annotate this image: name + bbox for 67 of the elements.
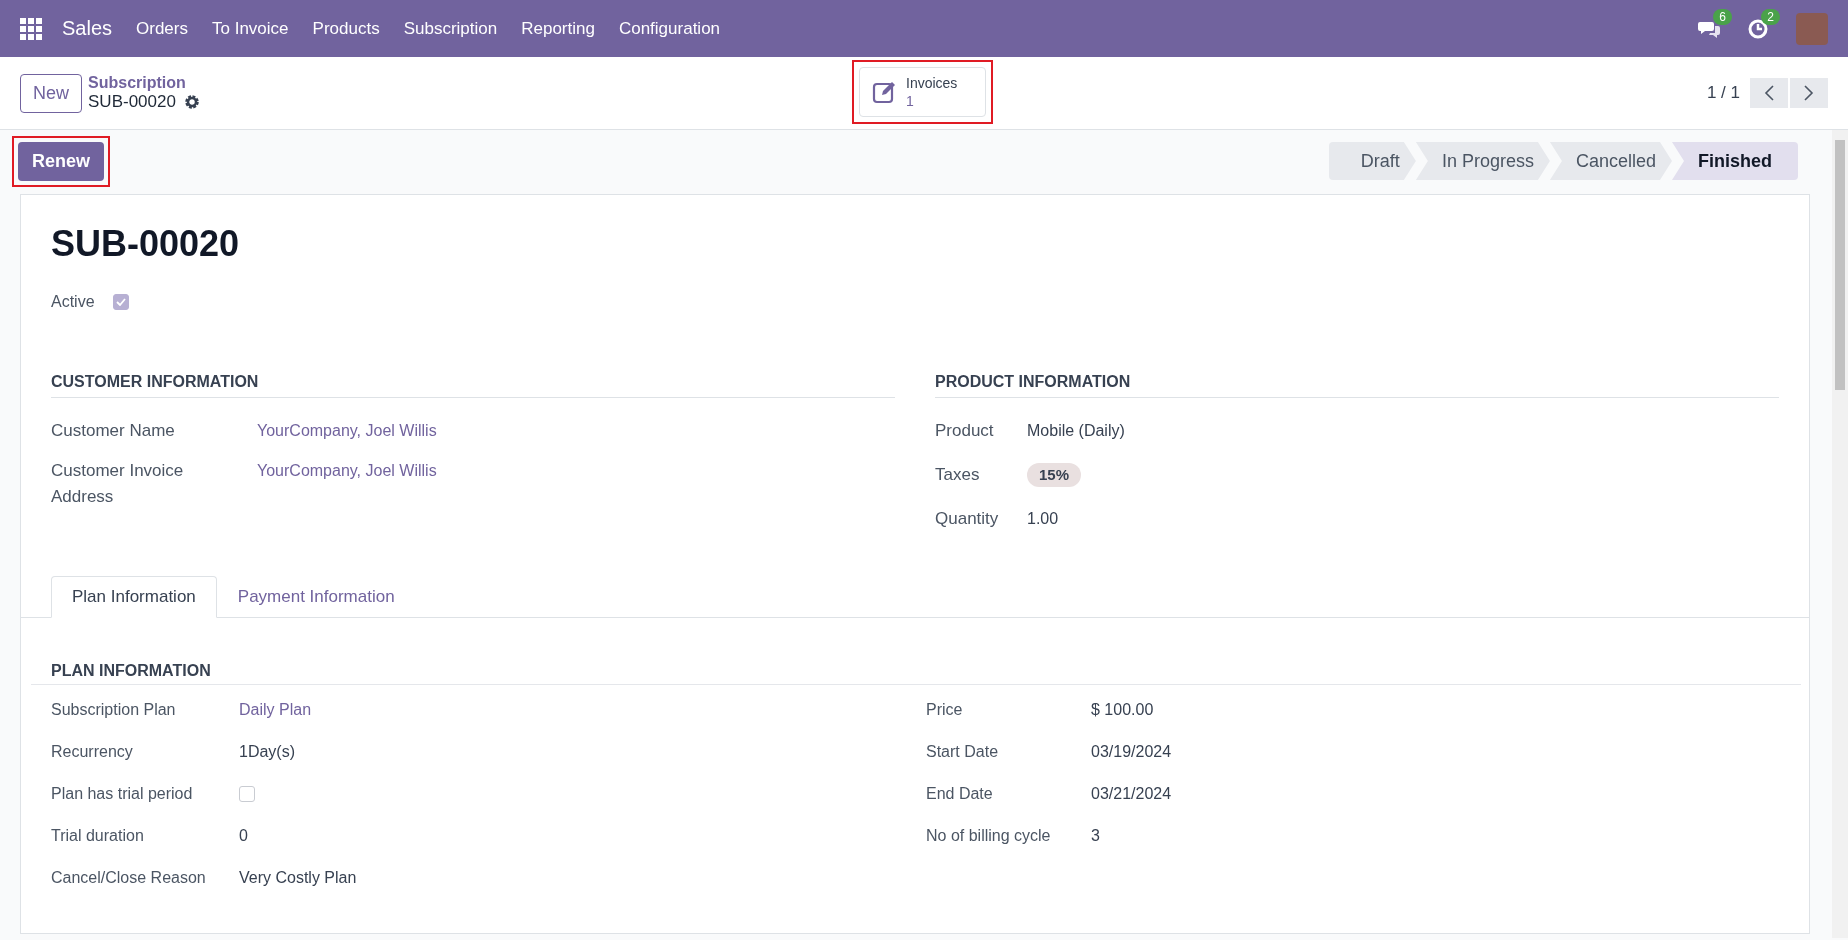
field-value: $ 100.00 [1091, 700, 1155, 720]
chevron-left-icon [1764, 85, 1774, 101]
smart-button-count: 1 [906, 92, 915, 110]
section-heading: CUSTOMER INFORMATION [51, 373, 895, 398]
gear-icon[interactable] [183, 94, 200, 110]
field-label: Quantity [935, 508, 1000, 530]
apps-menu-icon[interactable] [20, 17, 42, 40]
scrollbar[interactable] [1832, 130, 1848, 938]
invoices-smart-button[interactable]: Invoices 1 [859, 67, 987, 117]
menu-item[interactable]: To Invoice [212, 18, 289, 39]
field-label: Subscription Plan [51, 700, 177, 720]
field-label: Customer Invoice Address [51, 460, 185, 508]
field-value: Very Costly Plan [239, 868, 358, 888]
field-label: End Date [926, 784, 994, 804]
app-name[interactable]: Sales [62, 17, 113, 40]
field-label: Plan has trial period [51, 784, 194, 804]
field-link[interactable]: Daily Plan [239, 697, 926, 723]
checkbox[interactable] [112, 294, 129, 310]
field-value: 03/19/2024 [1091, 742, 1173, 762]
count-badge: 2 [1761, 8, 1780, 25]
status-stage[interactable]: In Progress [1415, 142, 1550, 180]
field-value: Mobile (Daily) [1027, 421, 1126, 441]
tab[interactable]: Payment Information [216, 576, 416, 618]
status-stage[interactable]: Cancelled [1549, 142, 1672, 180]
field-link[interactable]: YourCompany, Joel Willis [257, 418, 895, 444]
field-label: Cancel/Close Reason [51, 868, 207, 888]
renew-button[interactable]: Renew [18, 141, 105, 181]
status-stage[interactable]: Draft [1328, 142, 1416, 180]
tax-tag: 15% [1027, 463, 1082, 487]
tab[interactable]: Plan Information [51, 576, 217, 618]
field-value: 1Day(s) [239, 742, 296, 762]
new-button[interactable]: New [20, 73, 82, 113]
menu-item[interactable]: Products [312, 18, 380, 39]
menu-item[interactable]: Configuration [618, 18, 721, 39]
smart-button-label: Invoices [906, 74, 958, 92]
field-value: 1.00 [1027, 509, 1060, 529]
breadcrumb-link[interactable]: Subscription [88, 74, 200, 92]
count-badge: 6 [1713, 8, 1732, 25]
field-label: Trial duration [51, 826, 145, 846]
pager-value: 1 / 1 [1706, 83, 1740, 103]
field-label: Start Date [926, 742, 1000, 762]
field-label: Product [935, 420, 995, 442]
clock-icon [1748, 18, 1768, 39]
menu-item[interactable]: Reporting [521, 18, 595, 39]
status-stage[interactable]: Finished [1672, 142, 1798, 180]
check-icon [115, 298, 126, 306]
field-label: No of billing cycle [926, 826, 1052, 846]
field-value: 0 [239, 826, 249, 846]
section-heading: PLAN INFORMATION [31, 662, 1801, 685]
field-value: 03/21/2024 [1091, 784, 1173, 804]
chevron-right-icon [1804, 85, 1814, 101]
field-label: Customer Name [51, 420, 176, 442]
menu-item[interactable]: Subscription [403, 18, 498, 39]
field-label: Taxes [935, 464, 981, 486]
menu-item[interactable]: Orders [136, 18, 188, 39]
field-label: Recurrency [51, 742, 134, 762]
next-button[interactable] [1790, 78, 1828, 108]
record-title: SUB-00020 [51, 223, 241, 265]
field-label: Price [926, 700, 964, 720]
field-value: 3 [1091, 826, 1101, 846]
field-label: Active [51, 293, 95, 311]
record-name: SUB-00020 [88, 92, 176, 112]
edit-icon [872, 80, 898, 104]
previous-button[interactable] [1750, 78, 1788, 108]
section-heading: PRODUCT INFORMATION [935, 373, 1779, 398]
checkbox[interactable] [239, 786, 255, 802]
field-link[interactable]: YourCompany, Joel Willis [257, 458, 895, 484]
